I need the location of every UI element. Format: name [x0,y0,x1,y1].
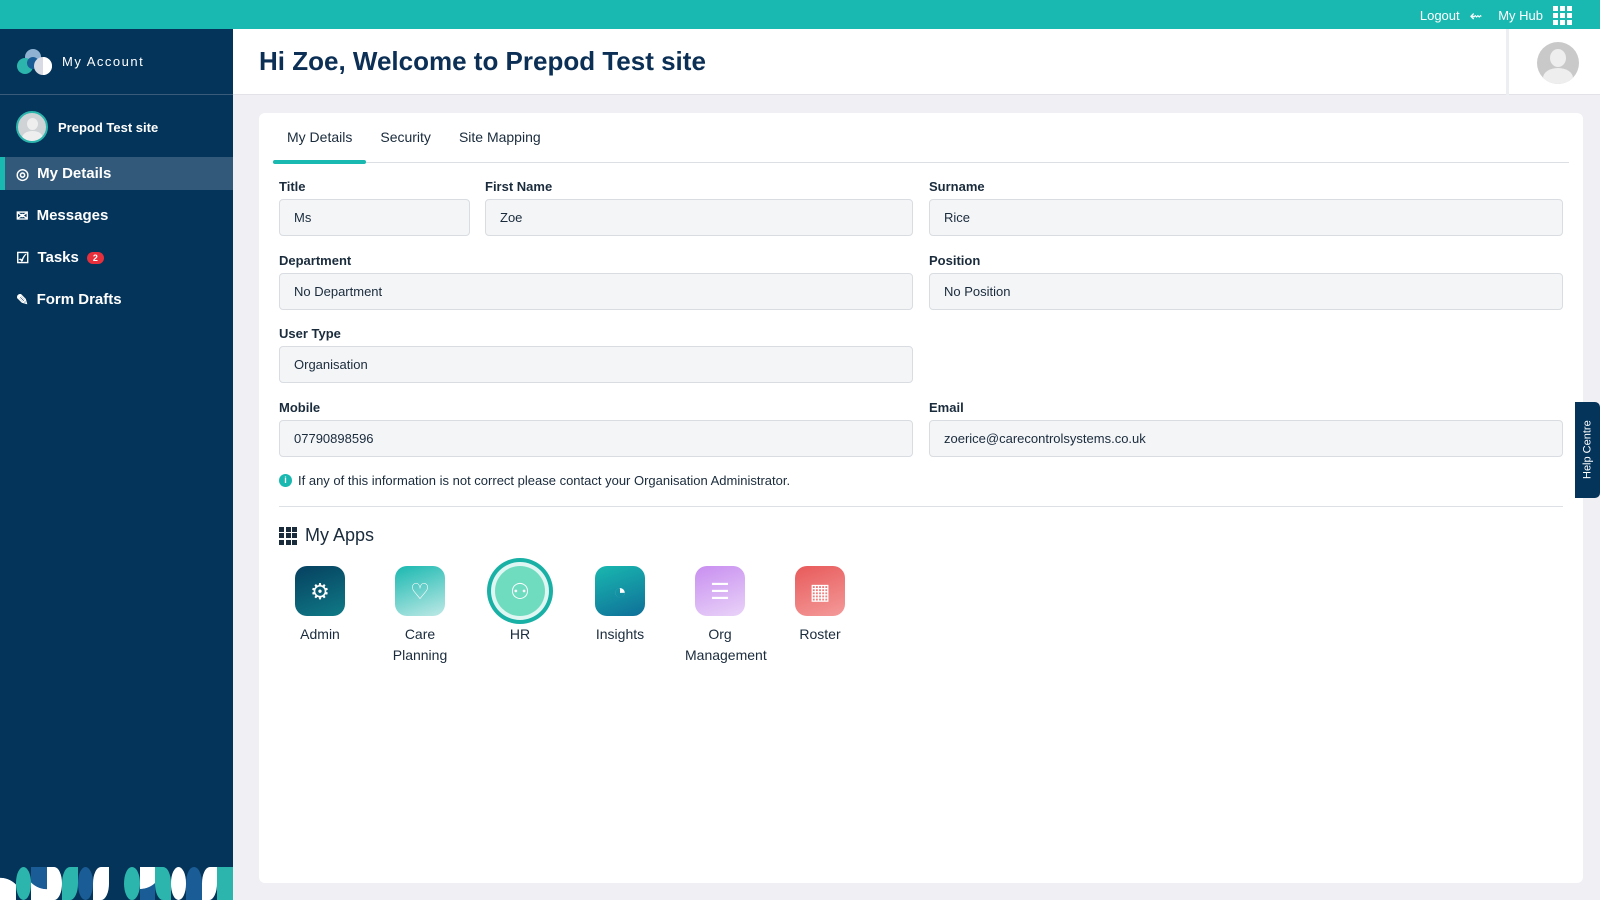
email-field: Email zoerice@carecontrolsystems.co.uk [929,400,1563,457]
page-title: Hi Zoe, Welcome to Prepod Test site [259,46,706,76]
title-field: Title Ms [279,179,470,236]
app-insights[interactable]: ◔ Insights [570,566,670,645]
top-bar: Logout ⇜ My Hub [0,0,1600,29]
heart-icon: ♡ [395,566,445,616]
label: Surname [929,179,985,194]
profile-menu[interactable] [1506,29,1600,95]
user-circle-icon: ◎ [16,165,30,183]
tab-my-details[interactable]: My Details [273,113,367,164]
sidebar: My Account Prepod Test site ◎ My Details … [0,29,233,900]
app-grid-icon[interactable] [1553,6,1572,25]
app-care-planning[interactable]: ♡ Care Planning [370,566,470,666]
first-name-input[interactable]: Zoe [485,199,913,236]
surname-input[interactable]: Rice [929,199,1563,236]
site-profile[interactable]: Prepod Test site [0,95,233,157]
label: User Type [279,326,341,341]
sidebar-item-my-details[interactable]: ◎ My Details [0,157,233,190]
envelope-icon: ✉ [16,207,29,225]
label: Messages [36,207,109,224]
label: Position [929,253,981,268]
app-hr[interactable]: ⚇ HR [470,566,570,645]
grid-icon [279,526,297,545]
label: HR [509,626,531,642]
gear-icon: ⚙ [295,566,345,616]
mobile-field: Mobile 07790898596 [279,400,913,457]
label: Insights [595,626,645,642]
department-field: Department No Department [279,253,913,310]
brand[interactable]: My Account [0,29,233,95]
calendar-check-icon: ☑ [16,249,30,267]
first-name-field: First Name Zoe [485,179,913,236]
info-icon: i [279,474,292,487]
label: My Apps [305,525,375,545]
sidebar-item-messages[interactable]: ✉ Messages [0,199,233,232]
my-apps-heading: My Apps [279,525,374,546]
layers-icon: ☰ [695,566,745,616]
label: My Details [37,165,112,182]
surname-field: Surname Rice [929,179,1563,236]
sidebar-item-form-drafts[interactable]: ✎ Form Drafts [0,283,233,316]
edit-circle-icon: ✎ [16,291,29,309]
tab-bar: My Details Security Site Mapping [273,113,1569,164]
label: Email [929,400,964,415]
department-input[interactable]: No Department [279,273,913,310]
position-input[interactable]: No Position [929,273,1563,310]
label: Title [279,179,306,194]
email-input[interactable]: zoerice@carecontrolsystems.co.uk [929,420,1563,457]
decorative-pattern [0,867,233,900]
user-type-field: User Type Organisation [279,326,913,383]
label: Org Management [685,626,767,663]
app-roster[interactable]: ▦ Roster [770,566,870,645]
info-text: If any of this information is not correc… [298,473,791,488]
label: Tasks [37,249,79,266]
my-hub-link[interactable]: My Hub [1498,8,1543,23]
page-header: Hi Zoe, Welcome to Prepod Test site [233,29,1600,95]
label: Mobile [279,400,321,415]
tab-security[interactable]: Security [366,113,445,163]
avatar [16,111,48,143]
people-icon: ⚇ [495,566,545,616]
app-admin[interactable]: ⚙ Admin [270,566,370,645]
position-field: Position No Position [929,253,1563,310]
details-card: My Details Security Site Mapping Title Ms… [259,113,1583,883]
brand-title: My Account [62,54,145,69]
divider [279,506,1563,507]
user-type-input[interactable]: Organisation [279,346,913,383]
tasks-badge: 2 [86,251,104,264]
label: Admin [300,626,340,642]
label: First Name [485,179,553,194]
app-org-management[interactable]: ☰ Org Management [670,566,770,666]
label: Form Drafts [36,291,122,308]
label: Department [279,253,352,268]
pie-chart-icon: ◔ [595,566,645,616]
calendar-icon: ▦ [795,566,845,616]
site-name: Prepod Test site [58,119,159,135]
tab-site-mapping[interactable]: Site Mapping [445,113,555,163]
mobile-input[interactable]: 07790898596 [279,420,913,457]
title-input[interactable]: Ms [279,199,470,236]
label: Care Planning [392,626,448,663]
logout-icon[interactable]: ⇜ [1470,7,1483,25]
help-centre-tab[interactable]: Help Centre [1575,402,1600,498]
info-note: i If any of this information is not corre… [279,473,790,488]
avatar [1537,42,1579,84]
label: Roster [799,626,841,642]
cloud-logo-icon [17,48,52,75]
sidebar-item-tasks[interactable]: ☑ Tasks 2 [0,241,233,274]
logout-link[interactable]: Logout [1420,8,1460,23]
